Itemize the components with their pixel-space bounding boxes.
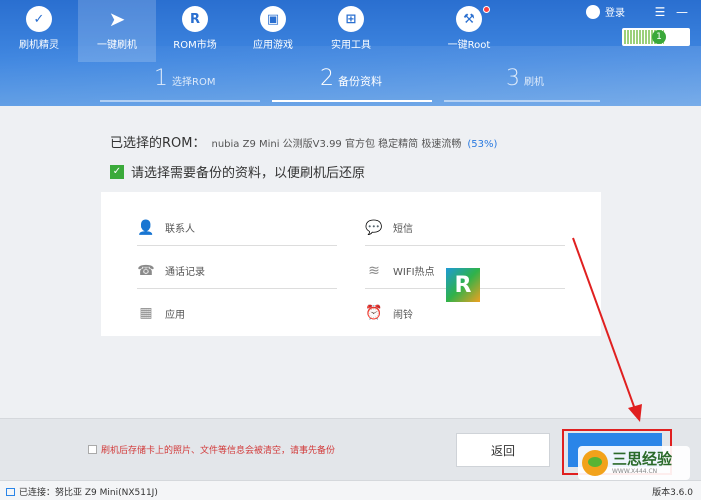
alarm-clock-icon: ⏰: [365, 305, 383, 321]
minimize-icon[interactable]: —: [671, 5, 693, 19]
computer-icon: [6, 487, 15, 496]
phone-icon: ☎: [137, 262, 155, 279]
step-text: 备份资料: [338, 75, 382, 88]
backup-options-panel: 👤 联系人 💬 短信 ☎ 通话记录 ≋ WIFI热点 ▦ 应用 ⏰ 闹铃: [101, 192, 601, 336]
step-number: 2: [320, 66, 334, 91]
backup-item-label: 闹铃: [393, 309, 413, 321]
nav-item-rom-market[interactable]: R ROM市场: [156, 0, 234, 62]
login-button[interactable]: 登录: [586, 4, 625, 19]
nav-item-flash-wizard[interactable]: ✓ 刷机精灵: [0, 0, 78, 62]
r-logo-icon: R: [446, 268, 480, 302]
backup-item-apps[interactable]: ▦ 应用: [137, 295, 337, 331]
step-line-1: [100, 100, 260, 102]
step-progress: 1 选择ROM 2 备份资料 3 刷机: [100, 66, 600, 106]
chat-icon: 💬: [365, 219, 383, 236]
connection-status: 已连接：努比亚 Z9 Mini(NX511J): [6, 485, 158, 498]
nav-label: 一键Root: [447, 40, 491, 51]
step-number: 1: [154, 66, 168, 91]
step-line-2: [272, 100, 432, 102]
menu-icon[interactable]: ☰: [649, 5, 671, 19]
warning-checkbox[interactable]: [88, 445, 97, 454]
backup-item-sms[interactable]: 💬 短信: [365, 210, 565, 246]
toolbox-icon: ⚒: [456, 6, 482, 32]
notification-dot: [483, 6, 490, 13]
warning-text: 刷机后存储卡上的照片、文件等信息会被清空，请事先备份: [101, 446, 336, 456]
nav-item-one-click-flash[interactable]: ➤ 一键刷机: [78, 0, 156, 62]
window-controls: 登录 ☰ —: [586, 4, 693, 19]
watermark-title: 三思经验: [612, 449, 673, 468]
cursor-icon: ➤: [108, 7, 126, 31]
main-content: 已选择的ROM： nubia Z9 Mini 公测版V3.99 官方包 稳定精简 …: [0, 106, 701, 418]
backup-item-label: 通话记录: [165, 267, 205, 278]
r-icon: R: [182, 6, 208, 32]
backup-item-label: 联系人: [165, 224, 195, 235]
shield-icon: ✓: [26, 6, 52, 32]
step-text: 刷机: [524, 77, 544, 88]
nav-label: 实用工具: [331, 40, 371, 51]
app-header: ✓ 刷机精灵 ➤ 一键刷机 R ROM市场 ▣ 应用游戏 ⊞ 实用工具 ⚒ 一键…: [0, 0, 701, 106]
version-label: 版本3.6.0: [652, 488, 693, 498]
nav-item-tools[interactable]: ⊞ 实用工具: [312, 0, 390, 62]
nav-item-one-click-root[interactable]: ⚒ 一键Root: [430, 0, 508, 62]
step-number: 3: [506, 66, 520, 91]
rom-value: nubia Z9 Mini 公测版V3.99 官方包 稳定精简 极速流畅: [211, 139, 462, 150]
user-icon: [586, 4, 600, 19]
step-flash: 3 刷机: [506, 66, 544, 91]
backup-item-calls[interactable]: ☎ 通话记录: [137, 253, 337, 289]
backup-item-label: 短信: [393, 224, 413, 235]
selected-rom: 已选择的ROM： nubia Z9 Mini 公测版V3.99 官方包 稳定精简 …: [110, 132, 497, 151]
rom-label: 已选择的ROM：: [110, 136, 206, 151]
apps-grid-icon: ▦: [139, 305, 153, 321]
grid-icon: ⊞: [338, 6, 364, 32]
signal-count: 1: [652, 30, 666, 44]
backup-item-contacts[interactable]: 👤 联系人: [137, 210, 337, 246]
nav-label: ROM市场: [173, 40, 217, 51]
signal-indicator: 1: [622, 28, 690, 46]
rom-percent: (53%): [467, 139, 498, 150]
nav-label: 应用游戏: [253, 40, 293, 51]
watermark: 三思经验 WWW.X444.CN: [578, 446, 690, 480]
nav-label: 一键刷机: [97, 40, 137, 51]
status-bar: 已连接：努比亚 Z9 Mini(NX511J) 版本3.6.0: [0, 480, 701, 500]
shop-icon: ▣: [260, 6, 286, 32]
backup-prompt-text: 请选择需要备份的资料，以便刷机后还原: [131, 166, 366, 181]
nav-item-apps-games[interactable]: ▣ 应用游戏: [234, 0, 312, 62]
step-backup: 2 备份资料: [320, 66, 382, 91]
wifi-icon: ≋: [368, 262, 380, 279]
login-label: 登录: [605, 8, 625, 19]
nav-label: 刷机精灵: [19, 40, 59, 51]
watermark-url: WWW.X444.CN: [612, 467, 658, 475]
watermark-logo-icon: [582, 450, 608, 476]
backup-prompt[interactable]: ✓ 请选择需要备份的资料，以便刷机后还原: [110, 162, 365, 181]
step-text: 选择ROM: [172, 77, 216, 88]
top-nav: ✓ 刷机精灵 ➤ 一键刷机 R ROM市场 ▣ 应用游戏 ⊞ 实用工具: [0, 0, 390, 62]
back-button[interactable]: 返回: [456, 433, 550, 467]
backup-item-label: 应用: [165, 309, 185, 321]
backup-item-label: WIFI热点: [393, 267, 435, 278]
connection-text: 已连接：努比亚 Z9 Mini(NX511J): [19, 488, 158, 498]
warning-message: 刷机后存储卡上的照片、文件等信息会被清空，请事先备份: [88, 443, 335, 456]
person-icon: 👤: [137, 219, 155, 236]
step-line-3: [444, 100, 600, 102]
step-select-rom: 1 选择ROM: [154, 66, 215, 91]
checkbox-checked-icon[interactable]: ✓: [110, 164, 124, 179]
